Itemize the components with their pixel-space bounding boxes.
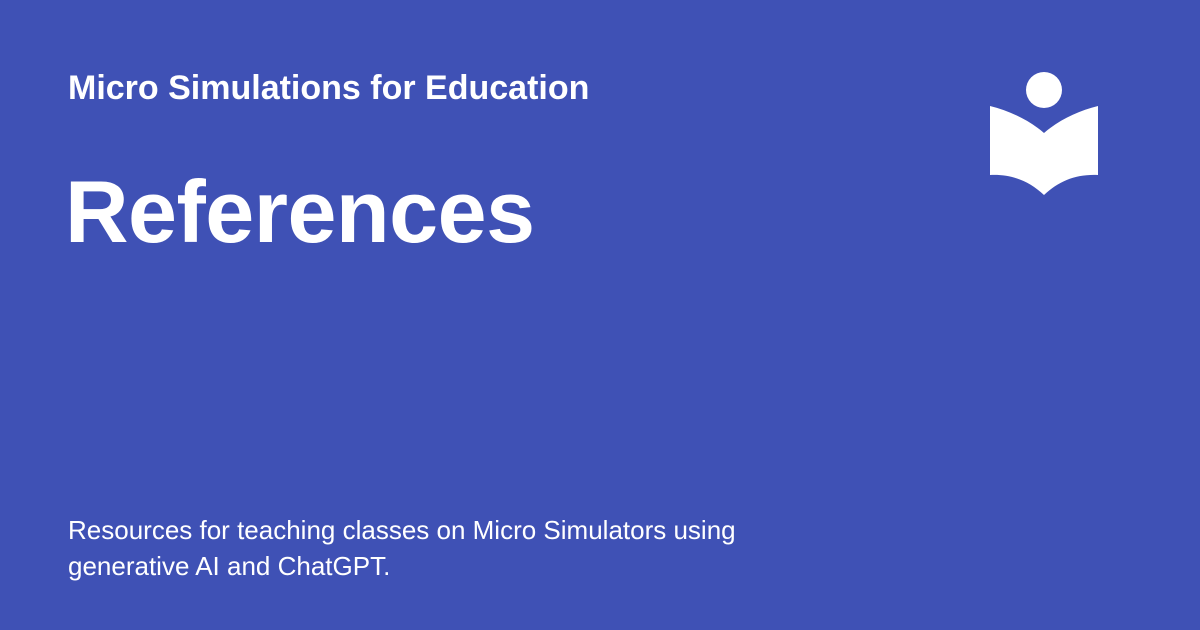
- open-book-shape: [990, 106, 1098, 195]
- reader-head-shape: [1026, 72, 1062, 108]
- site-title: Micro Simulations for Education: [68, 69, 590, 107]
- page-description: Resources for teaching classes on Micro …: [68, 515, 736, 581]
- page-title: References: [65, 162, 535, 261]
- open-book-reader-icon: [990, 72, 1098, 195]
- social-card: Micro Simulations for Education Referenc…: [0, 0, 1200, 630]
